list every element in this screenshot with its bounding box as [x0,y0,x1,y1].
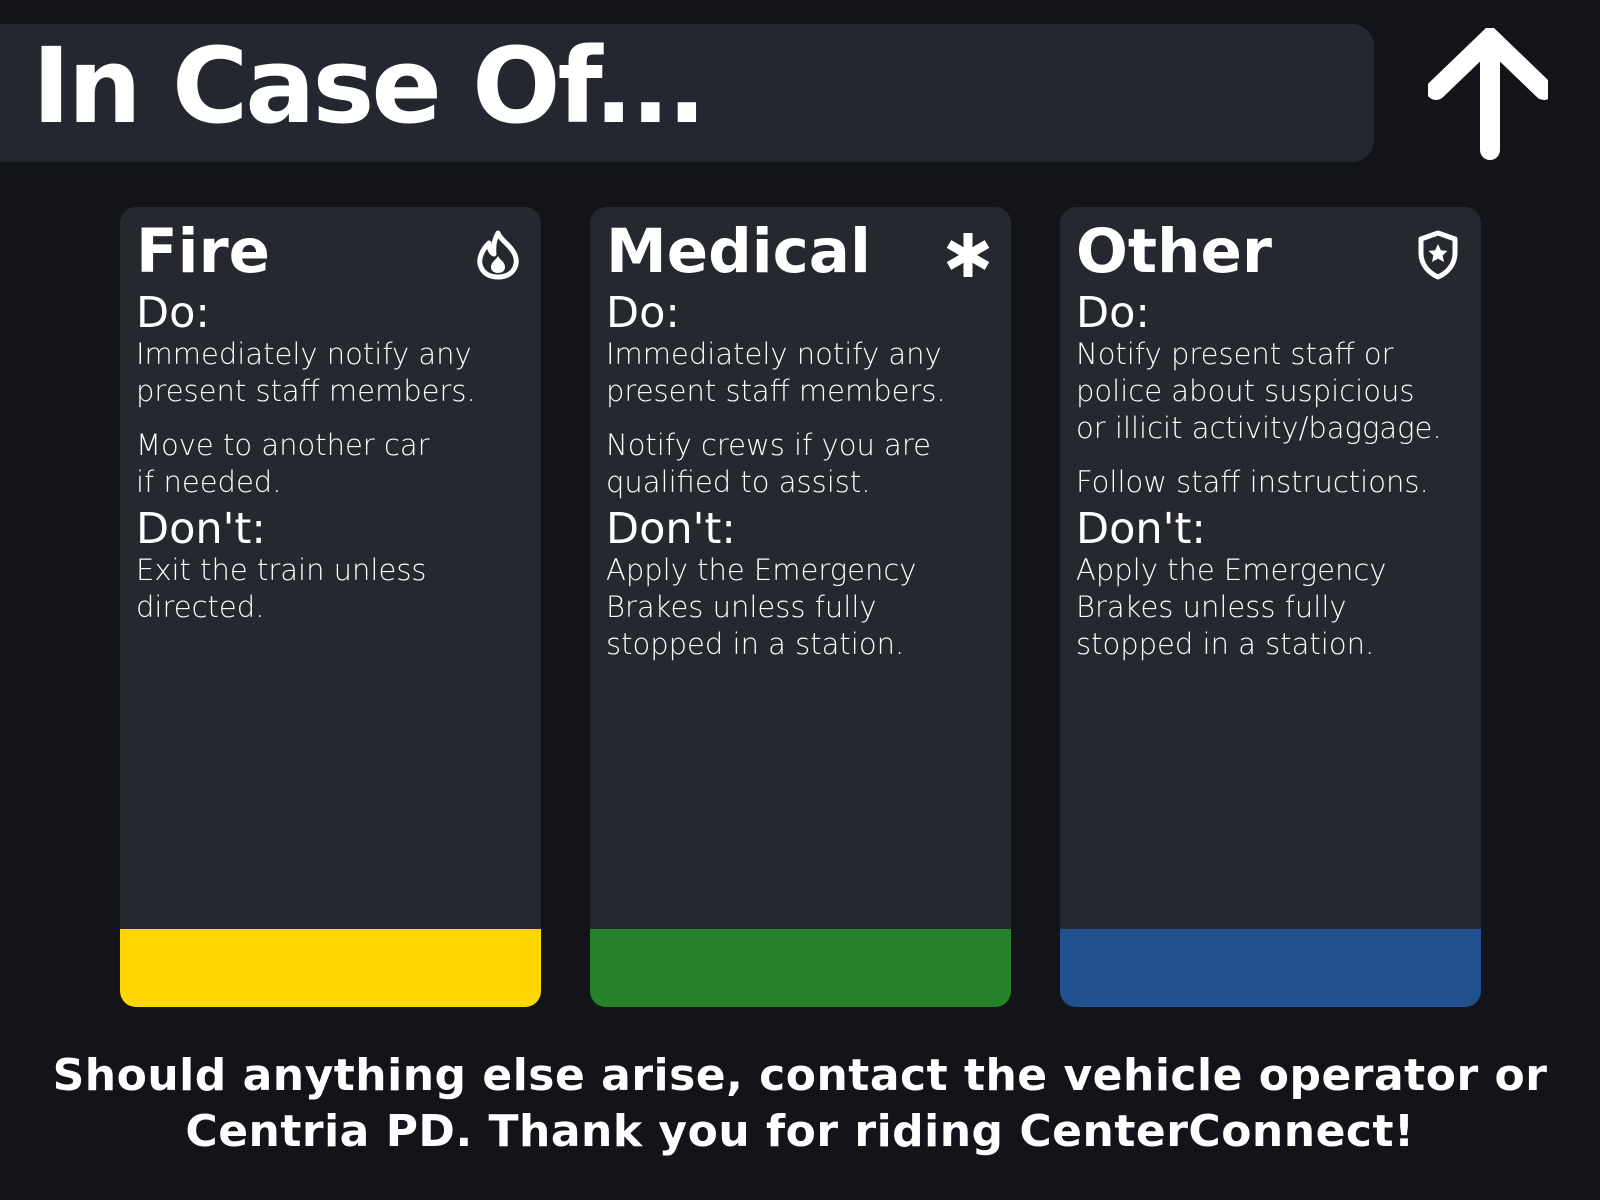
do-item: Follow staff instructions. [1076,465,1429,500]
medical-card: Medical Do: Immediately notify any prese… [590,207,1011,1007]
card-body-fire: Do: Immediately notify any present staff… [136,288,531,626]
dont-item: Exit the train unless directed. [136,553,427,625]
fire-card: Fire Do: Immediately notify any present … [120,207,541,1007]
dont-list: Exit the train unless directed. [136,552,531,626]
do-label: Do: [606,288,680,338]
do-item: Immediately notify any present staff mem… [136,337,476,409]
do-label: Do: [1076,288,1150,338]
dont-item: Apply the Emergency Brakes unless fully … [606,553,917,662]
card-heading-fire: Fire [136,216,271,287]
dont-item: Apply the Emergency Brakes unless fully … [1076,553,1387,662]
card-body-medical: Do: Immediately notify any present staff… [606,288,1001,663]
card-body-other: Do: Notify present staff or police about… [1076,288,1471,663]
do-list: Immediately notify any present staff mem… [136,336,531,501]
dont-list: Apply the Emergency Brakes unless fully … [606,552,1001,663]
do-item: Immediately notify any present staff mem… [606,337,946,409]
page-title: In Case Of... [32,25,707,147]
dont-list: Apply the Emergency Brakes unless fully … [1076,552,1471,663]
do-item: Notify present staff or police about sus… [1076,337,1442,446]
do-list: Notify present staff or police about sus… [1076,336,1471,501]
card-heading-medical: Medical [606,216,871,287]
do-label: Do: [136,288,210,338]
asterisk-icon [946,233,990,277]
dont-label: Don't: [606,504,736,555]
medical-color-band [590,929,1011,1007]
do-list: Immediately notify any present staff mem… [606,336,1001,501]
fire-color-band [120,929,541,1007]
dont-label: Don't: [1076,504,1206,555]
dont-label: Don't: [136,504,266,555]
do-item: Notify crews if you are qualified to ass… [606,428,931,500]
arrow-up-icon [1428,28,1548,160]
footer-message: Should anything else arise, contact the … [52,1050,1548,1157]
police-shield-star-icon [1418,230,1458,280]
do-item: Move to another car if needed. [136,428,430,500]
other-card: Other Do: Notify present staff or police… [1060,207,1481,1007]
card-heading-other: Other [1076,216,1272,287]
other-color-band [1060,929,1481,1007]
flame-icon [477,230,519,280]
